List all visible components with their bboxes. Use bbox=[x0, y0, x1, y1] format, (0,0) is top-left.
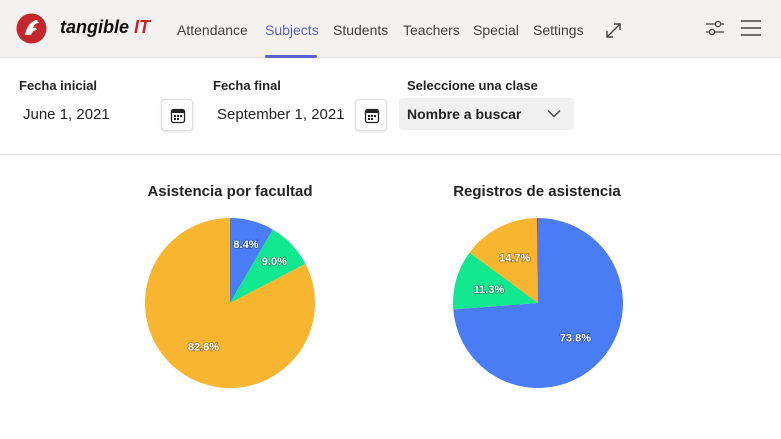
pie-slice-label-records-0: 73.8% bbox=[560, 333, 591, 345]
pie-slice-label-faculty-2: 82.6% bbox=[188, 342, 219, 354]
pie-slice-label-records-1: 11.3% bbox=[474, 284, 505, 296]
pie-charts: 8.4% 9.0% 82.6% 73.8% 11.3% 14.7% bbox=[145, 218, 624, 388]
pie-slice-label-records-2: 14.7% bbox=[499, 253, 530, 265]
pie-slice-label-faculty-0: 8.4% bbox=[233, 239, 258, 251]
pie-slice-label-faculty-1: 9.0% bbox=[262, 256, 287, 268]
